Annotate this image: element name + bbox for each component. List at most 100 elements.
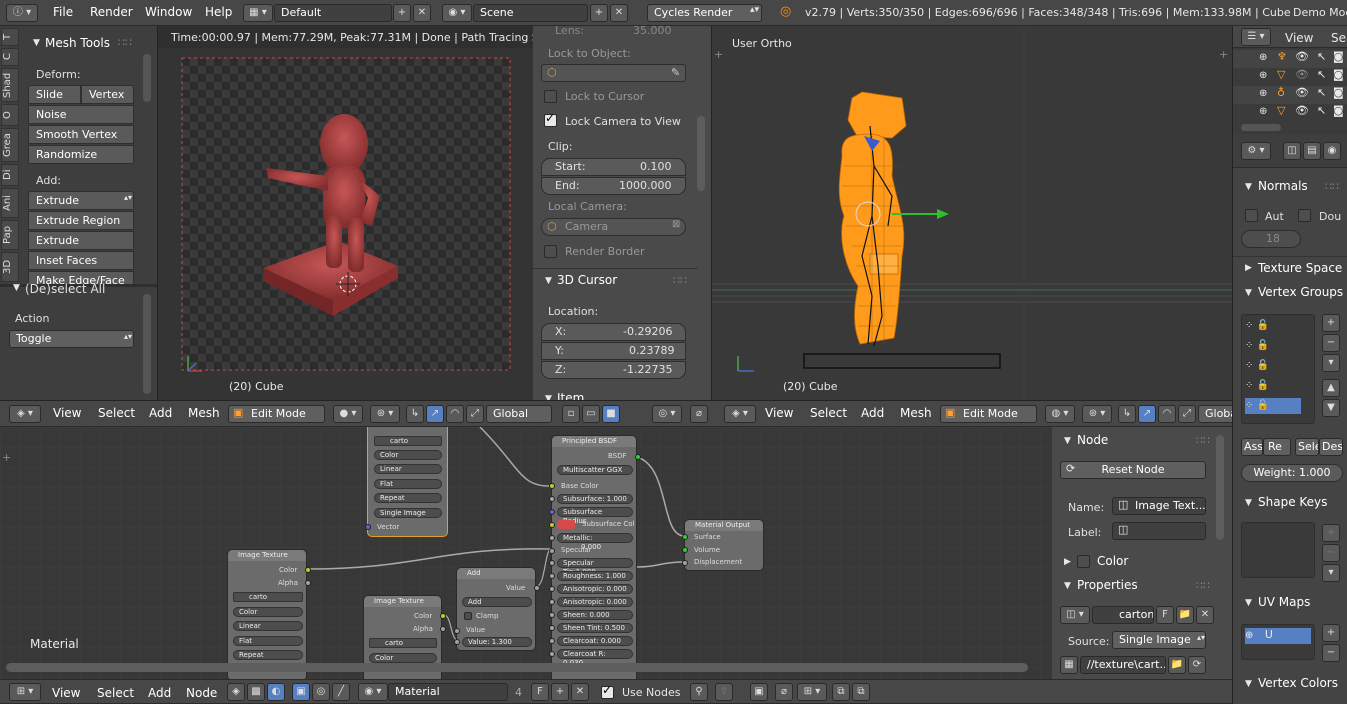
area-divider[interactable]	[0, 400, 1233, 401]
inset-faces-button[interactable]: Inset Faces	[28, 251, 134, 270]
outliner-scrollbar[interactable]	[1241, 124, 1281, 131]
color-collapse-icon[interactable]: ▶	[1064, 557, 1071, 567]
clearcoat-socket[interactable]	[549, 638, 555, 644]
manipulator-icon[interactable]: ↳	[406, 405, 424, 423]
node-panel-scrollbar[interactable]	[1216, 435, 1224, 540]
node-editor-scrollbar[interactable]	[6, 663, 1028, 672]
expand-icon[interactable]: ⊕	[1259, 70, 1267, 81]
node-view-menu[interactable]: View	[52, 686, 80, 700]
tab-paper[interactable]: Pap	[1, 220, 19, 250]
node-extension-select[interactable]: Repeat	[374, 493, 442, 503]
anisotropic-rotation-field[interactable]: Anisotropic: 0.000	[557, 597, 633, 607]
roughness-field[interactable]: Roughness: 1.000	[557, 571, 633, 581]
double-sided-checkbox[interactable]	[1298, 209, 1311, 222]
scene-name-field[interactable]: Scene	[473, 4, 588, 22]
browse-path-icon[interactable]: 📁	[1168, 656, 1186, 674]
render-camera-icon[interactable]: ◙	[1333, 68, 1344, 81]
cursor-select-icon[interactable]: ↖	[1317, 50, 1326, 63]
material-fake-user-button[interactable]: F	[531, 683, 549, 701]
visibility-eye-icon[interactable]: 👁	[1295, 50, 1309, 63]
smooth-angle-field[interactable]: 18	[1241, 230, 1301, 248]
color-output-socket[interactable]	[305, 567, 311, 573]
scale-icon-2[interactable]: ⤢	[1178, 405, 1196, 423]
render-engine-select[interactable]: Cycles Render	[647, 4, 762, 22]
anisotropic-field[interactable]: Anisotropic: 0.000	[557, 584, 633, 594]
shader-tree-icon[interactable]: ◈	[227, 683, 245, 701]
node-color-select[interactable]: Color	[369, 653, 437, 663]
subsurface-socket[interactable]	[549, 496, 555, 502]
properties-editor-icon[interactable]: ⚙ ▾	[1241, 142, 1271, 160]
orientation-select-2[interactable]: Globa	[1198, 405, 1236, 423]
snap-node-icon[interactable]: ⌀	[775, 683, 793, 701]
node-image-field[interactable]: carto	[369, 638, 437, 648]
select-menu[interactable]: Select	[98, 406, 135, 420]
shape-keys-list[interactable]	[1241, 522, 1315, 578]
group-specials-icon[interactable]: ▾	[1322, 354, 1340, 372]
select-button[interactable]: Sele	[1295, 438, 1319, 456]
anisotropic-socket[interactable]	[549, 586, 555, 592]
value-output-socket[interactable]	[534, 585, 540, 591]
subsurface-color-socket[interactable]	[549, 522, 555, 528]
render-border-checkbox[interactable]	[544, 245, 557, 258]
subsurface-radius-select[interactable]: Subsurface Radius	[557, 507, 633, 525]
outliner-search-menu[interactable]: Sea	[1331, 31, 1347, 45]
image-texture-node[interactable]: Image Texture Color Alpha carto Color Li…	[227, 549, 311, 679]
math-add-node[interactable]: Add Value Add Clamp Value Value: 1.300	[454, 567, 540, 651]
render-viewport[interactable]: Time:00:00.97 | Mem:77.29M, Peak:77.31M …	[158, 26, 533, 401]
world-shader-icon[interactable]: ◎	[312, 683, 330, 701]
paste-nodes-icon[interactable]: ⧉	[852, 683, 870, 701]
render-camera-icon[interactable]: ◙	[1333, 86, 1344, 99]
node-panel-collapse-icon[interactable]: ▼	[1064, 436, 1071, 446]
node-source-select[interactable]: Single Image	[374, 508, 442, 518]
lock-object-field[interactable]	[541, 64, 686, 82]
editor-type-icon[interactable]: ◈ ▾	[9, 405, 41, 423]
roughness-socket[interactable]	[549, 573, 555, 579]
outliner-row[interactable]: ⊕ ♆ 👁 ↖ ◙	[1233, 50, 1347, 68]
lock-to-cursor-checkbox[interactable]	[544, 90, 557, 103]
snap-mode-icon[interactable]: ⊞ ▾	[797, 683, 827, 701]
clearcoat-field[interactable]: Clearcoat: 0.000	[557, 636, 633, 646]
manipulator-icon-2[interactable]: ↳	[1118, 405, 1136, 423]
copy-nodes-icon[interactable]: ⧉	[832, 683, 850, 701]
tool-shelf-scrollbar-lower[interactable]	[143, 294, 151, 394]
metallic-socket[interactable]	[549, 535, 555, 541]
rotate-icon-2[interactable]: ◠	[1158, 405, 1176, 423]
sheen-socket[interactable]	[549, 612, 555, 618]
unlink-image-icon[interactable]: ✕	[1196, 606, 1214, 624]
render-camera-icon[interactable]: ◙	[1333, 50, 1344, 63]
tab-create[interactable]: C	[1, 48, 19, 66]
image-name-field[interactable]: cartone.j	[1092, 606, 1154, 624]
tab-3d[interactable]: 3D	[1, 252, 19, 282]
deselect-button[interactable]: Des	[1319, 438, 1343, 456]
base-color-socket[interactable]	[549, 483, 555, 489]
vertex-group-item[interactable]: ⁘ 🔓	[1245, 318, 1303, 334]
tab-shading[interactable]: Shad	[1, 68, 19, 102]
node-image-field[interactable]: carto	[374, 436, 442, 446]
remove-button[interactable]: Re	[1263, 438, 1291, 456]
outliner-row[interactable]: ⊕ ▽ 👁 ↖ ◙	[1233, 68, 1347, 86]
material-browse-icon[interactable]: ◉ ▾	[358, 683, 388, 701]
move-up-icon[interactable]: ▲	[1322, 379, 1340, 397]
new-material-icon[interactable]: +	[551, 683, 569, 701]
sheen-tint-socket[interactable]	[549, 625, 555, 631]
delete-scene-icon[interactable]: ✕	[610, 4, 628, 22]
normals-collapse-icon[interactable]: ▼	[1245, 182, 1252, 192]
shading-mode-icon-2[interactable]: ◍ ▾	[1045, 405, 1075, 423]
value-field[interactable]: Value: 1.300	[462, 637, 532, 647]
mesh-menu-2[interactable]: Mesh	[900, 406, 932, 420]
local-camera-field[interactable]	[541, 218, 686, 236]
distribution-select[interactable]: Multiscatter GGX	[557, 465, 633, 475]
specular-tint-socket[interactable]	[549, 560, 555, 566]
render-tab-icon[interactable]: ◫	[1283, 142, 1301, 160]
principled-bsdf-node[interactable]: Principled BSDF BSDF Multiscatter GGX Ba…	[549, 435, 641, 679]
material-name-field[interactable]: Material	[388, 683, 508, 701]
extrude-individual-button[interactable]: Extrude Individual	[28, 231, 134, 264]
assign-button[interactable]: Assi	[1241, 438, 1263, 456]
eyedropper-icon[interactable]: ✎	[671, 66, 680, 79]
node-editor[interactable]: carto Color Linear Flat Repeat Single Im…	[0, 427, 1052, 679]
weight-field[interactable]: Weight: 1.000	[1241, 464, 1343, 482]
orientation-select[interactable]: Global	[486, 405, 552, 423]
node-extension-select[interactable]: Repeat	[233, 650, 303, 660]
visibility-eye-icon[interactable]: 👁	[1295, 86, 1309, 99]
open-image-icon[interactable]: 📁	[1176, 606, 1194, 624]
